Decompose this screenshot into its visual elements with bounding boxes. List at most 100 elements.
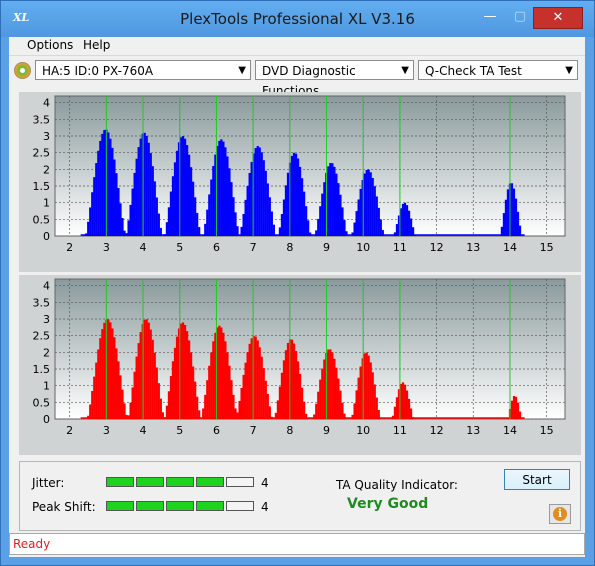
function-select[interactable]: DVD Diagnostic Functions ▼ — [255, 60, 414, 98]
histogram-bar — [129, 402, 132, 419]
histogram-bar — [119, 375, 122, 419]
histogram-bar — [514, 198, 518, 236]
histogram-bar — [510, 400, 514, 419]
minimize-button[interactable]: — — [477, 7, 503, 27]
histogram-bar — [137, 343, 140, 419]
histogram-bar — [246, 185, 249, 236]
x-tick-label: 12 — [430, 241, 444, 254]
histogram-bar — [91, 192, 94, 236]
histogram-bar — [137, 147, 140, 236]
histogram-bar — [373, 186, 376, 236]
info-button[interactable]: i — [549, 504, 571, 524]
histogram-bar — [157, 383, 160, 419]
histogram-bar — [117, 361, 120, 419]
histogram-bar — [276, 400, 279, 419]
histogram-bar — [323, 359, 326, 419]
histogram-bar — [266, 393, 269, 419]
title-bar[interactable]: XL PlexTools Professional XL V3.16 — ▢ ✕ — [1, 1, 594, 37]
y-tick-label: 0.5 — [33, 396, 51, 409]
histogram-bar — [341, 402, 344, 419]
menu-help[interactable]: Help — [83, 38, 110, 52]
histogram-bar — [298, 373, 302, 419]
chevron-down-icon: ▼ — [565, 65, 573, 76]
peak-shift-value: 4 — [261, 500, 269, 514]
histogram-bar — [101, 133, 104, 236]
y-tick-label: 4 — [43, 97, 50, 110]
start-button[interactable]: Start — [504, 469, 570, 490]
histogram-bar — [357, 377, 360, 419]
histogram-bar — [173, 347, 177, 419]
drive-select[interactable]: HA:5 ID:0 PX-760A ▼ — [35, 60, 251, 80]
histogram-bar — [157, 213, 160, 236]
histogram-bar — [284, 350, 288, 419]
histogram-bar — [89, 207, 92, 236]
histogram-bar — [222, 332, 225, 419]
x-tick-label: 15 — [540, 241, 554, 254]
histogram-bar — [135, 356, 138, 419]
y-tick-label: 0.5 — [33, 213, 51, 226]
histogram-bar — [109, 322, 112, 419]
jitter-value: 4 — [261, 476, 269, 490]
histogram-bar — [329, 163, 332, 236]
histogram-bar — [282, 360, 286, 419]
histogram-bar — [99, 338, 102, 419]
histogram-bar — [359, 366, 362, 419]
maximize-button[interactable]: ▢ — [507, 7, 533, 27]
histogram-bar — [224, 147, 227, 236]
histogram-bar — [377, 207, 380, 236]
histogram-bar — [244, 199, 247, 236]
histogram-bar — [371, 372, 374, 419]
histogram-bar — [262, 160, 265, 236]
histogram-bar — [270, 211, 273, 236]
histogram-bar — [307, 220, 310, 236]
y-tick-label: 3 — [43, 313, 50, 326]
histogram-bar — [103, 322, 106, 419]
histogram-bar — [301, 178, 304, 236]
histogram-bar — [204, 223, 207, 236]
histogram-bar — [196, 212, 199, 236]
histogram-bar — [510, 183, 514, 236]
histogram-bar — [242, 213, 245, 236]
window-title: PlexTools Professional XL V3.16 — [180, 10, 415, 28]
histogram-bar — [196, 396, 199, 419]
x-tick-label: 13 — [466, 241, 480, 254]
histogram-bar — [516, 402, 520, 419]
menu-bar: Options Help — [9, 37, 585, 55]
histogram-bar — [185, 145, 189, 236]
histogram-bar — [190, 352, 193, 419]
peak-shift-meter-segment — [136, 501, 164, 511]
info-icon: i — [553, 507, 567, 521]
histogram-bar — [123, 403, 126, 419]
histogram-bar — [93, 376, 96, 419]
test-select[interactable]: Q-Check TA Test ▼ — [418, 60, 578, 80]
histogram-bar — [246, 352, 249, 419]
menu-options[interactable]: Options — [27, 38, 73, 52]
histogram-bar — [373, 384, 376, 419]
histogram-bar — [248, 172, 251, 236]
histogram-bar — [218, 140, 221, 236]
histogram-bar — [89, 404, 92, 419]
histogram-bar — [93, 177, 96, 236]
histogram-bar — [514, 396, 518, 419]
histogram-bar — [379, 219, 382, 236]
x-tick-label: 11 — [393, 424, 407, 437]
histogram-bar — [147, 142, 150, 236]
histogram-bar — [315, 403, 318, 419]
close-button[interactable]: ✕ — [533, 7, 583, 29]
histogram-bar — [335, 367, 338, 419]
histogram-bar — [238, 400, 241, 419]
histogram-bar — [183, 138, 187, 236]
histogram-bar — [286, 172, 290, 236]
histogram-bar — [506, 189, 510, 236]
histogram-bar — [339, 194, 342, 236]
x-tick-label: 3 — [103, 241, 110, 254]
histogram-bar — [121, 389, 124, 419]
histogram-bar — [131, 188, 134, 236]
histogram-bar — [91, 390, 94, 419]
x-tick-label: 9 — [323, 424, 330, 437]
histogram-bar — [188, 154, 191, 236]
histogram-bar — [367, 169, 370, 236]
results-panel: Jitter: 4 Peak Shift: 4 TA Quality Indic… — [19, 461, 581, 531]
histogram-bar — [290, 155, 294, 236]
histogram-bar — [159, 398, 162, 419]
